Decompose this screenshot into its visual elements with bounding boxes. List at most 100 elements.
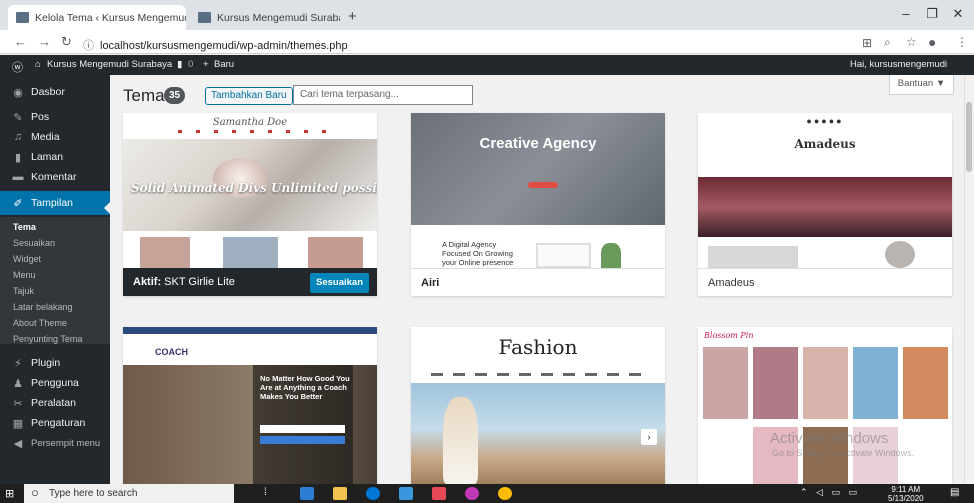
screenshot-cta (528, 182, 558, 188)
add-new-theme-button[interactable]: Tambahkan Baru (205, 87, 293, 105)
comments-count[interactable]: 0 (188, 59, 193, 70)
plus-icon: + (203, 59, 209, 70)
theme-screenshot: ●●●●● Amadeus (698, 113, 952, 268)
wrench-icon: ✂ (13, 397, 23, 410)
submenu-item-tema[interactable]: Tema (13, 222, 36, 232)
submenu-item-tajuk[interactable]: Tajuk (13, 286, 34, 296)
search-themes-input[interactable]: Cari tema terpasang... (293, 85, 473, 105)
page-title: Tema (123, 86, 165, 105)
user-icon: ♟ (13, 377, 23, 390)
taskbar-clock[interactable]: 9:11 AM 5/13/2020 (888, 485, 924, 503)
slider-next-icon: › (641, 429, 657, 445)
reload-icon[interactable]: ↻ (61, 34, 72, 50)
theme-screenshot: Blossom Pin (698, 327, 952, 484)
sidebar-item-dasbor[interactable]: ◉ Dasbor (0, 80, 110, 104)
customize-button[interactable]: Sesuaikan (310, 273, 369, 293)
theme-screenshot: Fashion › (411, 327, 665, 484)
screenshot-thumb (140, 237, 190, 268)
screenshot-nav (431, 373, 645, 376)
menu-dots-icon[interactable]: ⋮ (956, 35, 968, 49)
comments-icon[interactable]: ▮ (177, 59, 182, 70)
minimize-icon[interactable]: – (896, 6, 916, 21)
theme-card-coach[interactable]: COACH No Matter How Good You Are at Anyt… (123, 327, 377, 484)
zoom-icon[interactable]: ⌕ (884, 35, 891, 50)
screenshot-tile (853, 347, 898, 419)
microphone-icon[interactable]: ⁞ (264, 487, 278, 500)
screenshot-text: A Digital Agency Focused On Growing your… (442, 240, 514, 267)
plugin-icon: ⚡ (14, 357, 22, 370)
site-name-link[interactable]: Kursus Mengemudi Surabaya (47, 59, 172, 70)
activate-windows-watermark: Activate Windows (770, 430, 889, 447)
wordpress-favicon-icon (198, 12, 211, 23)
forward-icon[interactable]: → (38, 34, 51, 49)
file-explorer-icon[interactable] (333, 487, 347, 500)
screenshot-tile (753, 347, 798, 419)
theme-count-badge: 35 (164, 87, 185, 104)
screenshot-tile (803, 347, 848, 419)
theme-card-active[interactable]: Samantha Doe Solid Animated Divs Unlimit… (123, 113, 377, 296)
collapse-menu-button[interactable]: ◀ Persempit menu (0, 431, 110, 455)
photos-icon[interactable] (399, 487, 413, 500)
submenu-item-sesuaikan[interactable]: Sesuaikan (13, 238, 55, 248)
new-content-link[interactable]: Baru (214, 59, 234, 70)
screenshot-text: No Matter How Good You Are at Anything a… (260, 374, 350, 401)
activate-windows-subtext: Go to Settings to activate Windows. (772, 448, 915, 458)
system-tray-icons[interactable]: ⌃ ◁ ▭ ▭ (800, 487, 860, 498)
screenshot-thumb (308, 237, 363, 268)
windows-start-icon[interactable]: ⊞ (5, 487, 14, 500)
theme-screenshot: Samantha Doe Solid Animated Divs Unlimit… (123, 113, 377, 268)
theme-name-airi: Airi (411, 268, 665, 296)
tab-title: Kursus Mengemudi Surabaya (217, 11, 340, 24)
screenshot-model (443, 397, 478, 484)
media-app-icon[interactable] (432, 487, 446, 500)
screenshot-card (708, 246, 798, 268)
theme-card-fashion[interactable]: Fashion › (411, 327, 665, 484)
theme-screenshot: COACH No Matter How Good You Are at Anyt… (123, 327, 377, 484)
help-tab-button[interactable]: Bantuan ▼ (889, 75, 954, 95)
url-field[interactable]: ⓘ localhost/kursusmengemudi/wp-admin/them… (83, 37, 348, 53)
wp-admin-bar: ⓦ ⌂ Kursus Mengemudi Surabaya ▮ 0 + Baru… (0, 55, 974, 75)
browser-tab-active[interactable]: Kelola Tema ‹ Kursus Mengemudi ✕ (8, 5, 186, 30)
bookmark-star-icon[interactable]: ☆ (906, 35, 917, 49)
sidebar-item-tampilan[interactable]: ✐ Tampilan (0, 191, 110, 215)
back-icon[interactable]: ← (14, 34, 27, 49)
screenshot-topbar (123, 327, 377, 334)
edge-browser-icon[interactable] (366, 487, 380, 500)
maximize-icon[interactable]: ❐ (922, 6, 942, 22)
submenu-item-menu[interactable]: Menu (13, 270, 36, 280)
close-window-icon[interactable]: ✕ (948, 6, 968, 22)
theme-card-amadeus[interactable]: ●●●●● Amadeus Amadeus (698, 113, 952, 296)
submenu-item-about-theme[interactable]: About Theme (13, 318, 67, 328)
screenshot-heading: Amadeus (794, 137, 856, 151)
screenshot-input (260, 425, 345, 433)
theme-card-blossom-pin[interactable]: Blossom Pin (698, 327, 952, 484)
task-view-icon[interactable] (300, 487, 314, 500)
active-theme-name: SKT Girlie Lite (164, 276, 235, 288)
screenshot-avatar (885, 241, 915, 268)
profile-icon[interactable]: ● (928, 34, 936, 50)
notifications-icon[interactable]: ▤ (950, 487, 959, 498)
app-icon[interactable] (465, 487, 479, 500)
screenshot-tile (903, 347, 948, 419)
new-tab-button[interactable]: + (348, 8, 357, 25)
theme-card-airi[interactable]: Creative Agency A Digital Agency Focused… (411, 113, 665, 296)
screenshot-social: ●●●●● (806, 116, 844, 126)
chrome-browser-icon[interactable] (498, 487, 512, 500)
scrollbar-thumb[interactable] (966, 102, 972, 172)
browser-tab[interactable]: Kursus Mengemudi Surabaya ✕ (190, 5, 340, 30)
sidebar-item-komentar[interactable]: ▬ Komentar (0, 165, 110, 189)
translate-icon[interactable]: ⊞ (862, 36, 872, 50)
screenshot-heading: Fashion (498, 335, 578, 359)
brush-icon: ✐ (13, 197, 23, 210)
media-icon: ♫ (13, 131, 23, 143)
theme-name-amadeus: Amadeus (698, 268, 952, 296)
submenu-item-latar-belakang[interactable]: Latar belakang (13, 302, 73, 312)
user-greeting[interactable]: Hai, kursusmengemudi (850, 59, 947, 70)
taskbar-search-box[interactable]: Type here to search (24, 484, 234, 503)
screenshot-hero (411, 113, 665, 225)
submenu-item-penyunting-tema[interactable]: Penyunting Tema (13, 334, 82, 344)
submenu-item-widget[interactable]: Widget (13, 254, 41, 264)
wordpress-logo-icon[interactable]: ⓦ (12, 59, 23, 75)
screenshot-monitor (536, 243, 591, 268)
screenshot-button (260, 436, 345, 444)
